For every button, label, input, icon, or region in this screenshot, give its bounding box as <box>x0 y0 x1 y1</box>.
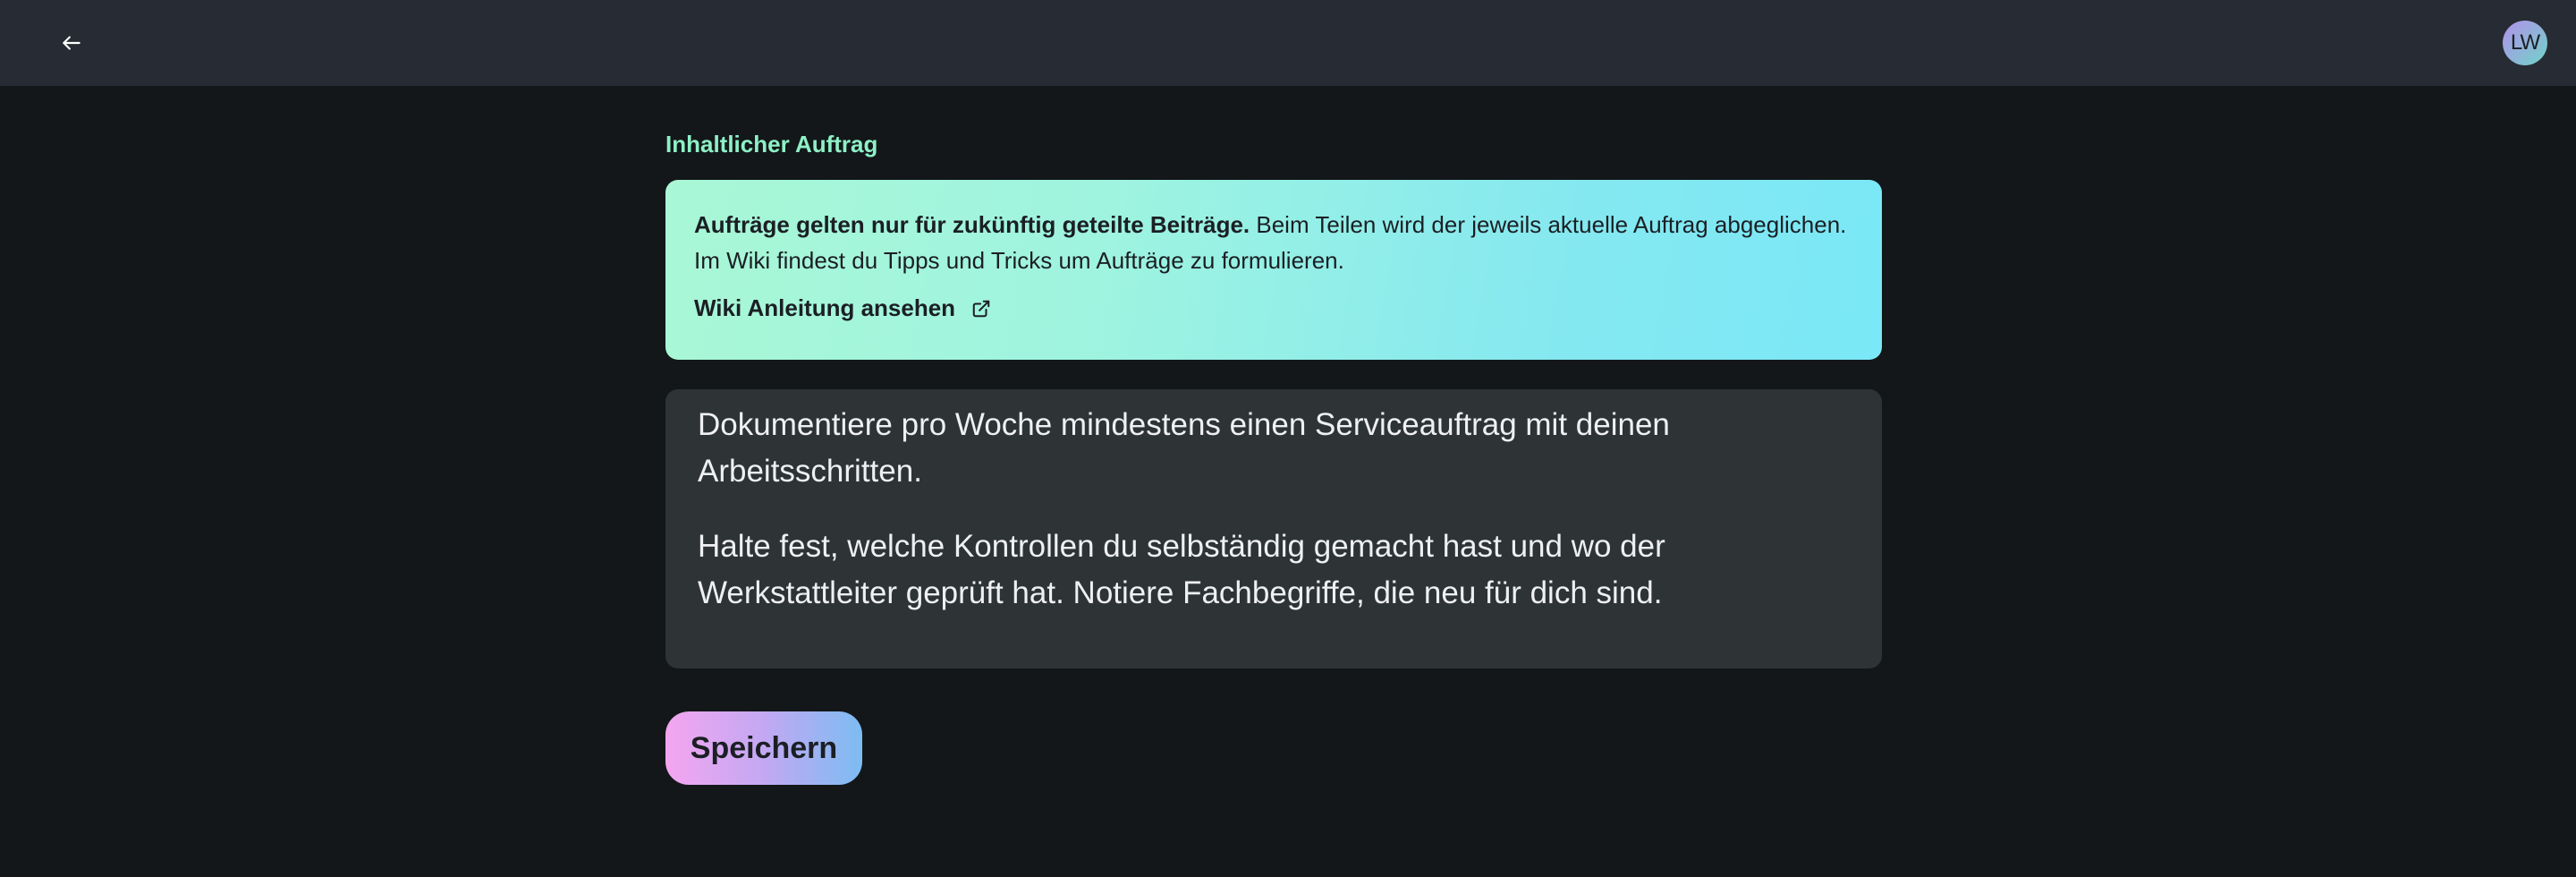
wiki-guide-link[interactable]: Wiki Anleitung ansehen <box>694 294 991 322</box>
section-title: Inhaltlicher Auftrag <box>665 131 878 158</box>
editor-paragraph-2: Halte fest, welche Kontrollen du selbstä… <box>698 529 1665 610</box>
arrow-left-icon <box>63 36 80 50</box>
avatar-initials: LW <box>2510 30 2540 55</box>
info-banner: Aufträge gelten nur für zukünftig geteil… <box>665 180 1882 360</box>
wiki-link-label: Wiki Anleitung ansehen <box>694 294 956 321</box>
info-text: Aufträge gelten nur für zukünftig geteil… <box>694 207 1857 278</box>
info-bold-text: Aufträge gelten nur für zukünftig geteil… <box>694 211 1250 238</box>
editor-paragraph-1: Dokumentiere pro Woche mindestens einen … <box>698 407 1670 489</box>
back-button[interactable] <box>54 25 89 61</box>
save-button[interactable]: Speichern <box>665 711 862 785</box>
assignment-text-editor[interactable]: Dokumentiere pro Woche mindestens einen … <box>665 389 1882 668</box>
user-avatar[interactable]: LW <box>2503 21 2547 65</box>
top-bar: LW <box>0 0 2576 86</box>
external-link-icon <box>971 299 991 319</box>
